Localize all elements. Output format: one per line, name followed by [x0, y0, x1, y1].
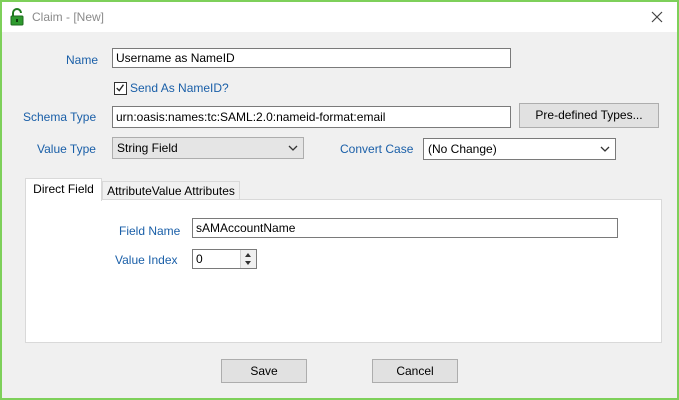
- title-bar: Claim - [New]: [2, 2, 677, 32]
- send-as-nameid-checkbox[interactable]: [114, 82, 127, 95]
- value-type-selected: String Field: [117, 141, 178, 155]
- value-index-label: Value Index: [115, 253, 178, 267]
- chevron-down-icon: [600, 146, 610, 152]
- value-type-select[interactable]: String Field: [112, 137, 304, 159]
- convert-case-label: Convert Case: [340, 142, 414, 156]
- tab-direct-field[interactable]: Direct Field: [25, 178, 102, 201]
- checkmark-icon: [116, 84, 125, 92]
- convert-case-selected: (No Change): [428, 142, 497, 156]
- close-icon[interactable]: [645, 5, 669, 29]
- name-label: Name: [66, 53, 99, 67]
- claim-dialog: Claim - [New] Name Username as NameID Se…: [0, 0, 679, 400]
- arrow-down-icon[interactable]: [241, 259, 255, 268]
- lock-icon: [10, 8, 24, 26]
- window-title: Claim - [New]: [32, 10, 105, 24]
- spinner-buttons[interactable]: [240, 250, 256, 268]
- arrow-up-icon[interactable]: [241, 250, 255, 259]
- tab-attributevalue-attributes[interactable]: AttributeValue Attributes: [102, 181, 240, 200]
- value-index-stepper[interactable]: 0: [192, 249, 257, 269]
- schema-type-label: Schema Type: [23, 110, 97, 124]
- name-input[interactable]: Username as NameID: [112, 48, 511, 68]
- save-button[interactable]: Save: [221, 359, 307, 383]
- convert-case-select[interactable]: (No Change): [423, 138, 616, 160]
- chevron-down-icon: [288, 145, 298, 151]
- field-name-input[interactable]: sAMAccountName: [192, 218, 618, 238]
- send-as-nameid-label[interactable]: Send As NameID?: [130, 81, 229, 95]
- direct-field-panel: Field Name sAMAccountName Value Index 0: [25, 199, 662, 343]
- field-name-label: Field Name: [119, 224, 181, 238]
- schema-type-input[interactable]: urn:oasis:names:tc:SAML:2.0:nameid-forma…: [112, 106, 511, 128]
- value-index-value: 0: [196, 252, 203, 266]
- value-type-label: Value Type: [37, 142, 96, 156]
- predefined-types-button[interactable]: Pre-defined Types...: [519, 103, 659, 128]
- cancel-button[interactable]: Cancel: [372, 359, 458, 383]
